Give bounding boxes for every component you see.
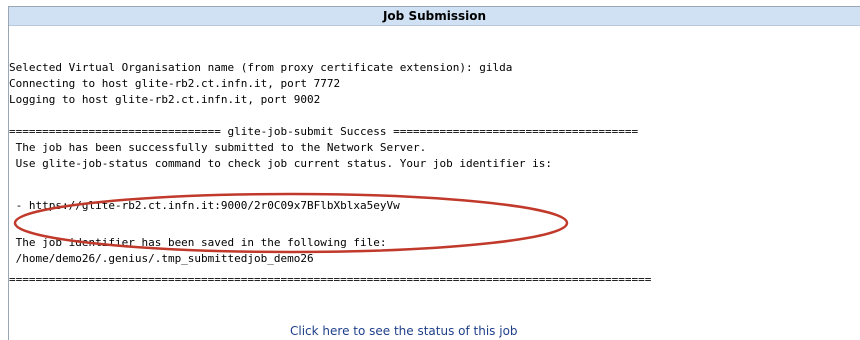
success-message-line: The job has been successfully submitted … (9, 141, 427, 154)
logging-line: Logging to host glite-rb2.ct.infn.it, po… (9, 93, 321, 106)
saved-file-note-line: The job identifier has been saved in the… (9, 236, 387, 249)
job-status-link[interactable]: Click here to see the status of this job (290, 323, 518, 339)
panel-header: Job Submission (9, 7, 860, 26)
panel-title: Job Submission (382, 9, 487, 23)
success-separator-line: ================================ glite-j… (9, 125, 639, 138)
saved-file-path-line: /home/demo26/.genius/.tmp_submittedjob_d… (9, 252, 314, 265)
connecting-line: Connecting to host glite-rb2.ct.infn.it,… (9, 77, 341, 90)
vo-name-line: Selected Virtual Organisation name (from… (9, 61, 513, 74)
submission-output: Selected Virtual Organisation name (from… (9, 26, 860, 296)
status-hint-line: Use glite-job-status command to check jo… (9, 157, 553, 170)
bottom-separator-line: ========================================… (9, 273, 652, 286)
job-submission-page: Job Submission Selected Virtual Organisa… (0, 0, 860, 340)
job-identifier-line: - https://glite-rb2.ct.infn.it:9000/2r0C… (9, 199, 400, 212)
